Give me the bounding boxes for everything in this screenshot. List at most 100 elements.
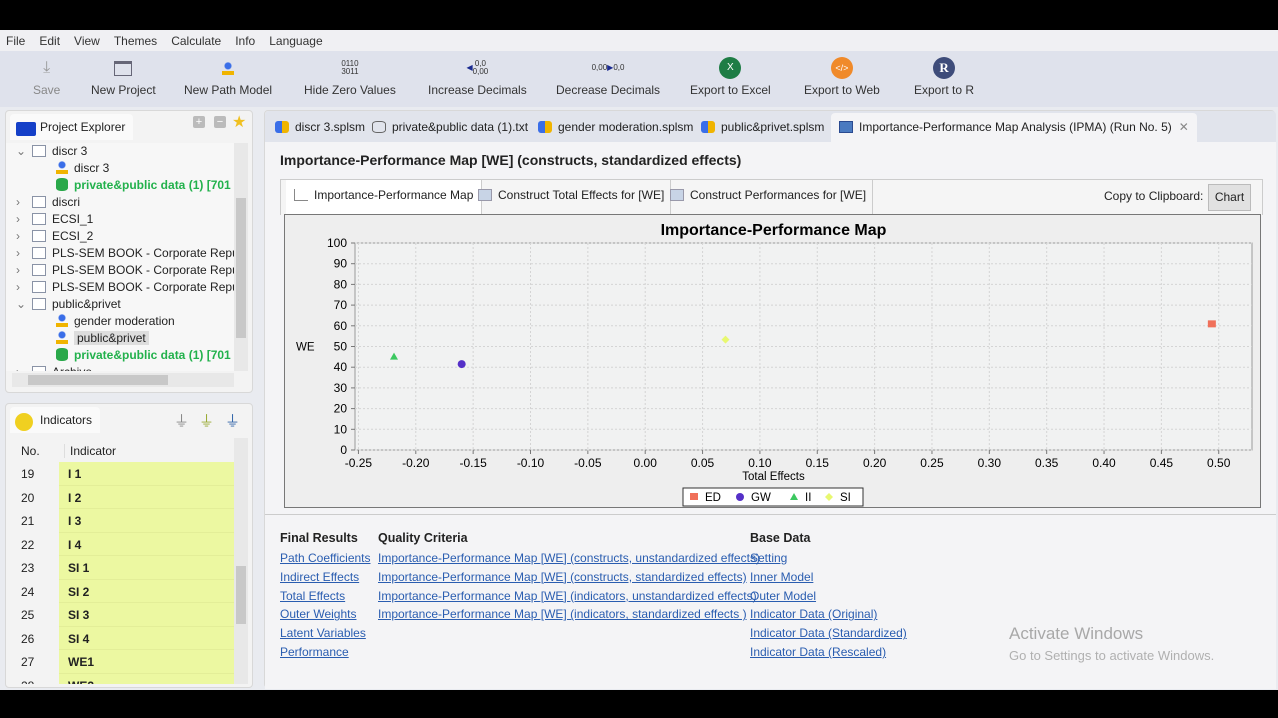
indicators-tab[interactable]: Indicators: [10, 407, 101, 433]
tree-item-project[interactable]: ⌄ discr 3: [16, 143, 87, 160]
tree-item-model[interactable]: gender moderation: [56, 313, 175, 330]
close-icon[interactable]: ✕: [1179, 120, 1189, 134]
quality-criteria-link[interactable]: Importance-Performance Map [WE] (indicat…: [378, 589, 757, 603]
menu-info[interactable]: Info: [235, 34, 255, 48]
tree-item-project[interactable]: › ECSI_2: [16, 228, 93, 245]
collapse-all-icon[interactable]: −: [214, 116, 226, 128]
indicator-row[interactable]: 19 I 1: [12, 462, 238, 486]
tree-item-project[interactable]: ›PLS-SEM BOOK - Corporate Reputati: [16, 262, 234, 279]
tree-item-project[interactable]: ›Archive: [16, 364, 92, 371]
export-web-button[interactable]: </> Export to Web: [804, 57, 880, 97]
project-icon: [32, 145, 46, 157]
quality-criteria-link[interactable]: Importance-Performance Map [WE] (constru…: [378, 551, 760, 565]
indicator-scrollbar[interactable]: [234, 438, 248, 684]
indicator-table-body: 19 I 1 20 I 2 21 I 3 22 I 4 23 SI 1 24 SI 2 25 SI 3 26…: [6, 462, 238, 684]
database-icon: [372, 121, 386, 133]
new-path-model-button[interactable]: New Path Model: [184, 57, 272, 97]
decrease-decimals-button[interactable]: 0,00 ▶ 0,0 Decrease Decimals: [556, 57, 660, 98]
indicator-row[interactable]: 26 SI 4: [12, 626, 238, 650]
hide-zero-values-button[interactable]: 0110 3011 Hide Zero Values: [304, 57, 396, 98]
indicator-row[interactable]: 28WE2: [12, 673, 238, 684]
filter-yellow-icon[interactable]: ⏚: [199, 410, 214, 431]
filter-icon[interactable]: ⏚: [174, 410, 189, 431]
tab-data-file[interactable]: private&public data (1).txt: [372, 115, 528, 139]
base-data-link[interactable]: Outer Model: [750, 589, 816, 603]
project-icon: [32, 366, 46, 371]
chevron-right-icon[interactable]: ›: [16, 245, 32, 262]
tree-item-model[interactable]: public&privet: [56, 330, 149, 347]
menu-language[interactable]: Language: [269, 34, 322, 48]
chevron-down-icon[interactable]: ⌄: [16, 143, 32, 160]
tab-gender-moderation[interactable]: gender moderation.splsm: [538, 115, 693, 139]
r-icon: R: [914, 57, 974, 79]
final-results-link[interactable]: Outer Weights: [280, 607, 356, 621]
final-results-link[interactable]: Performance: [280, 645, 349, 659]
app-window: File Edit View Themes Calculate Info Lan…: [0, 30, 1278, 690]
increase-decimals-button[interactable]: ◀ 0,0 0,00 Increase Decimals: [428, 57, 527, 98]
menu-file[interactable]: File: [6, 34, 25, 48]
tab-discr3[interactable]: discr 3.splsm: [275, 115, 365, 139]
export-r-button[interactable]: R Export to R: [914, 57, 974, 97]
indicator-row[interactable]: 24 SI 2: [12, 579, 238, 603]
indicator-row[interactable]: 22 I 4: [12, 532, 238, 556]
indicator-row[interactable]: 25 SI 3: [12, 603, 238, 627]
indicator-row[interactable]: 20 I 2: [12, 485, 238, 509]
window-icon: [91, 57, 156, 79]
project-icon: [32, 281, 46, 293]
menu-calculate[interactable]: Calculate: [171, 34, 221, 48]
decrease-decimals-icon: 0,00 ▶ 0,0: [591, 63, 625, 72]
indicator-row[interactable]: 21 I 3: [12, 509, 238, 533]
final-results-link[interactable]: Indirect Effects: [280, 570, 359, 584]
final-results-link[interactable]: Latent Variables: [280, 626, 366, 640]
base-data-link[interactable]: Indicator Data (Standardized): [750, 626, 907, 640]
toolbar: ⤓ Save New Project New Path Model 0110 301…: [0, 51, 1278, 107]
excel-icon: X: [690, 57, 771, 79]
quality-criteria-link[interactable]: Importance-Performance Map [WE] (constru…: [378, 570, 747, 584]
project-icon: [32, 213, 46, 225]
project-explorer-panel: Project Explorer + − ★ ⌄ discr 3 discr 3 pr…: [5, 110, 253, 393]
final-results-link[interactable]: Total Effects: [280, 589, 345, 603]
tree-item-project[interactable]: ›PLS-SEM BOOK - Corporate Reputati: [16, 245, 234, 262]
tree-vertical-scrollbar[interactable]: [234, 143, 248, 371]
menu-edit[interactable]: Edit: [39, 34, 60, 48]
model-icon: [701, 121, 715, 133]
increase-decimals-icon: ◀ 0,0 0,00: [466, 59, 489, 76]
tree-horizontal-scrollbar[interactable]: [12, 373, 234, 387]
export-excel-button[interactable]: X Export to Excel: [690, 57, 771, 97]
tree-item-project[interactable]: › ECSI_1: [16, 211, 93, 228]
tab-ipma[interactable]: Importance-Performance Map Analysis (IPM…: [831, 113, 1197, 142]
chevron-right-icon[interactable]: ›: [16, 262, 32, 279]
chevron-right-icon[interactable]: ›: [16, 211, 32, 228]
indicator-row[interactable]: 27 WE1: [12, 650, 238, 674]
column-indicator: Indicator: [64, 444, 116, 458]
menu-view[interactable]: View: [74, 34, 100, 48]
indicator-row[interactable]: 23 SI 1: [12, 556, 238, 580]
chevron-right-icon[interactable]: ›: [16, 279, 32, 296]
save-button[interactable]: ⤓ Save: [33, 57, 60, 98]
menu-themes[interactable]: Themes: [114, 34, 157, 48]
chevron-right-icon[interactable]: ›: [16, 194, 32, 211]
quality-criteria-link[interactable]: Importance-Performance Map [WE] (indicat…: [378, 607, 747, 621]
new-project-button[interactable]: New Project: [91, 57, 156, 97]
chevron-right-icon[interactable]: ›: [16, 228, 32, 245]
base-data-link[interactable]: Indicator Data (Rescaled): [750, 645, 886, 659]
project-explorer-tab[interactable]: Project Explorer: [10, 114, 134, 140]
tree-item-data[interactable]: private&public data (1) [701 re: [56, 177, 234, 194]
tree-item-data[interactable]: private&public data (1) [701 re: [56, 347, 234, 364]
tree-item-project[interactable]: ›PLS-SEM BOOK - Corporate Reputati: [16, 279, 234, 296]
final-results-link[interactable]: Path Coefficients: [280, 551, 371, 565]
base-data-link[interactable]: Indicator Data (Original): [750, 607, 877, 621]
base-data-link[interactable]: Setting: [750, 551, 787, 565]
chevron-down-icon[interactable]: ⌄: [16, 296, 32, 313]
chevron-right-icon[interactable]: ›: [16, 364, 32, 371]
base-data-heading: Base Data: [750, 531, 811, 545]
path-model-icon: [56, 331, 68, 344]
tab-public-privet[interactable]: public&privet.splsm: [701, 115, 824, 139]
expand-all-icon[interactable]: +: [193, 116, 205, 128]
star-icon[interactable]: ★: [232, 112, 246, 132]
tree-item-model[interactable]: discr 3: [56, 160, 109, 177]
tree-item-project[interactable]: › discri: [16, 194, 80, 211]
tree-item-project[interactable]: ⌄ public&privet: [16, 296, 121, 313]
base-data-link[interactable]: Inner Model: [750, 570, 813, 584]
filter-blue-icon[interactable]: ⏚: [225, 410, 240, 431]
